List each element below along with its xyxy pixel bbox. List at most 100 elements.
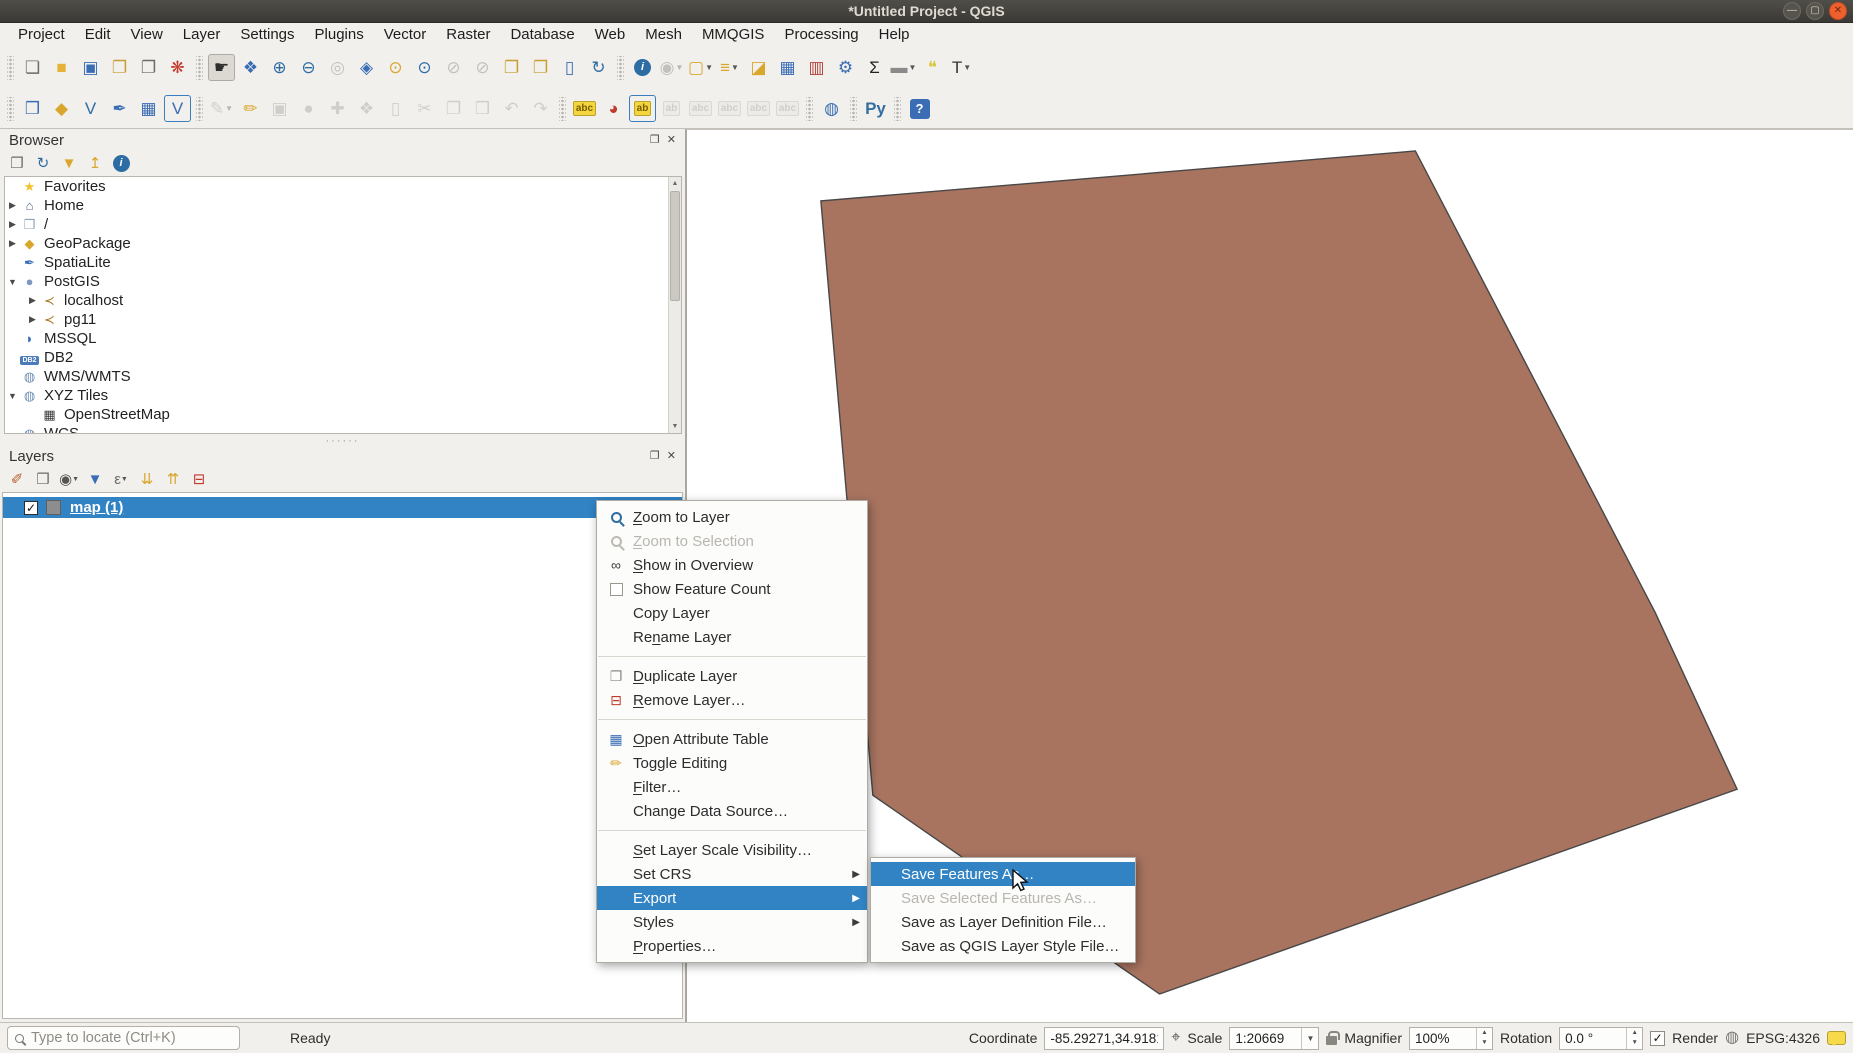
expander-icon[interactable]: ▶ <box>25 314 40 325</box>
bookmark-manager-icon[interactable]: ▯ <box>556 54 583 81</box>
coordinate-input[interactable] <box>1050 1031 1158 1046</box>
scroll-down-icon[interactable]: ▼ <box>669 420 681 433</box>
label-tool-3-icon[interactable]: abc <box>716 95 743 122</box>
magnifier-up-icon[interactable]: ▲ <box>1477 1028 1492 1039</box>
pan-map-icon[interactable]: ☛ <box>208 54 235 81</box>
browser-item-home[interactable]: ▶⌂Home <box>5 196 681 215</box>
browser-item-postgis[interactable]: ▼●PostGIS <box>5 272 681 291</box>
menu-mesh[interactable]: Mesh <box>635 25 692 44</box>
mmqgis-globe-icon[interactable]: ◍ <box>818 95 845 122</box>
dropdown-arrow-icon[interactable]: ▼ <box>121 476 128 483</box>
render-checkbox[interactable]: ✓ <box>1650 1031 1665 1046</box>
zoom-in-icon[interactable]: ⊕ <box>266 54 293 81</box>
new-shapefile-layer-icon[interactable]: V <box>77 95 104 122</box>
close-button[interactable]: ✕ <box>1829 2 1847 20</box>
rotation-spinbox[interactable]: 0.0 ° ▲▼ <box>1559 1027 1643 1050</box>
menu-settings[interactable]: Settings <box>230 25 304 44</box>
menu-item-show-feature-count[interactable]: Show Feature Count <box>597 577 867 601</box>
dropdown-arrow-icon[interactable]: ▼ <box>225 104 233 113</box>
new-bookmark-icon[interactable]: ❐ <box>498 54 525 81</box>
toggle-editing-icon[interactable]: ✏ <box>237 95 264 122</box>
menu-item-filter[interactable]: Filter… <box>597 775 867 799</box>
new-virtual-layer-icon[interactable]: V <box>164 95 191 122</box>
delete-selected-icon[interactable]: ▯ <box>382 95 409 122</box>
lock-scale-icon[interactable] <box>1326 1036 1337 1045</box>
layer-labeling-icon[interactable]: abc <box>571 95 598 122</box>
identify-features-icon[interactable]: i <box>629 54 656 81</box>
manage-map-themes-icon[interactable]: ◉▼ <box>59 470 79 490</box>
menu-raster[interactable]: Raster <box>436 25 500 44</box>
run-feature-action-icon[interactable]: ◉▼ <box>658 54 685 81</box>
locator-input[interactable] <box>31 1030 232 1046</box>
move-feature-icon[interactable]: ❖ <box>353 95 380 122</box>
menu-database[interactable]: Database <box>500 25 584 44</box>
menu-item-zoom-to-layer[interactable]: Zoom to Layer <box>597 505 867 529</box>
maximize-button[interactable]: ▢ <box>1806 2 1824 20</box>
layer-item-map-1[interactable]: ✓map (1) <box>3 497 682 518</box>
menu-web[interactable]: Web <box>585 25 636 44</box>
menu-mmqgis[interactable]: MMQGIS <box>692 25 775 44</box>
labeling-single-icon[interactable]: ab <box>629 95 656 122</box>
processing-toolbox-icon[interactable]: ⚙ <box>832 54 859 81</box>
menu-layer[interactable]: Layer <box>173 25 231 44</box>
show-bookmarks-icon[interactable]: ❐ <box>527 54 554 81</box>
refresh-map-icon[interactable]: ↻ <box>585 54 612 81</box>
browser-item-openstreetmap[interactable]: ▦OpenStreetMap <box>5 405 681 424</box>
label-tool-5-icon[interactable]: abc <box>774 95 801 122</box>
help-icon[interactable]: ? <box>906 95 933 122</box>
select-by-value-icon[interactable]: ≡▼ <box>716 54 743 81</box>
menu-project[interactable]: Project <box>8 25 75 44</box>
layers-float-icon[interactable]: ❐ <box>650 451 660 462</box>
browser-item-[interactable]: ▶❒/ <box>5 215 681 234</box>
redo-icon[interactable]: ↷ <box>527 95 554 122</box>
menu-item-save-as-qgis-layer-style-file[interactable]: Save as QGIS Layer Style File… <box>871 934 1135 958</box>
scale-dropdown-icon[interactable]: ▼ <box>1301 1028 1318 1049</box>
data-source-manager-icon[interactable]: ❒ <box>19 95 46 122</box>
statistics-icon[interactable]: ▥ <box>803 54 830 81</box>
browser-item-xyz-tiles[interactable]: ▼◍XYZ Tiles <box>5 386 681 405</box>
expander-icon[interactable]: ▼ <box>5 391 20 401</box>
add-feature-icon[interactable]: ✚ <box>324 95 351 122</box>
dropdown-arrow-icon[interactable]: ▼ <box>72 476 79 483</box>
label-tool-1-icon[interactable]: ab <box>658 95 685 122</box>
cut-features-icon[interactable]: ✂ <box>411 95 438 122</box>
label-tool-2-icon[interactable]: abc <box>687 95 714 122</box>
open-attribute-table-icon[interactable]: ▦ <box>774 54 801 81</box>
label-tool-4-icon[interactable]: abc <box>745 95 772 122</box>
browser-item-db2[interactable]: DB2DB2 <box>5 348 681 367</box>
layer-diagram-icon[interactable]: ◕ <box>600 95 627 122</box>
menu-item-export[interactable]: Export▶ <box>597 886 867 910</box>
dropdown-arrow-icon[interactable]: ▼ <box>731 63 739 72</box>
new-project-icon[interactable]: ❏ <box>19 54 46 81</box>
browser-item-spatialite[interactable]: ✒SpatiaLite <box>5 253 681 272</box>
new-print-layout-icon[interactable]: ❐ <box>106 54 133 81</box>
locator-box[interactable] <box>7 1026 240 1050</box>
scale-combo[interactable]: 1:20669 ▼ <box>1229 1027 1319 1050</box>
style-manager-icon[interactable]: ❋ <box>164 54 191 81</box>
expander-icon[interactable]: ▶ <box>5 200 20 211</box>
zoom-next-icon[interactable]: ⊘ <box>469 54 496 81</box>
browser-item-wms-wmts[interactable]: ◍WMS/WMTS <box>5 367 681 386</box>
map-tips-icon[interactable]: ❝ <box>919 54 946 81</box>
menu-item-set-crs[interactable]: Set CRS▶ <box>597 862 867 886</box>
statistical-summary-icon[interactable]: Σ <box>861 54 888 81</box>
browser-item-pg11[interactable]: ▶≺pg11 <box>5 310 681 329</box>
python-console-icon[interactable]: Py <box>862 95 889 122</box>
filter-browser-icon[interactable]: ▼ <box>59 154 79 174</box>
menu-vector[interactable]: Vector <box>374 25 437 44</box>
toggle-extents-icon[interactable]: ⌖ <box>1171 1030 1180 1046</box>
text-annotation-icon[interactable]: T▼ <box>948 54 975 81</box>
zoom-last-icon[interactable]: ⊘ <box>440 54 467 81</box>
expander-icon[interactable]: ▶ <box>5 219 20 230</box>
magnifier-spinbox[interactable]: 100% ▲▼ <box>1409 1027 1493 1050</box>
expander-icon[interactable]: ▶ <box>5 238 20 249</box>
zoom-to-selection-icon[interactable]: ⊙ <box>382 54 409 81</box>
menu-item-copy-layer[interactable]: Copy Layer <box>597 601 867 625</box>
pan-to-selection-icon[interactable]: ❖ <box>237 54 264 81</box>
scroll-up-icon[interactable]: ▲ <box>669 177 681 190</box>
browser-properties-icon[interactable]: i <box>111 154 131 174</box>
undo-icon[interactable]: ↶ <box>498 95 525 122</box>
paste-features-icon[interactable]: ❒ <box>469 95 496 122</box>
menu-plugins[interactable]: Plugins <box>305 25 374 44</box>
menu-item-remove-layer[interactable]: ⊟Remove Layer… <box>597 688 867 712</box>
